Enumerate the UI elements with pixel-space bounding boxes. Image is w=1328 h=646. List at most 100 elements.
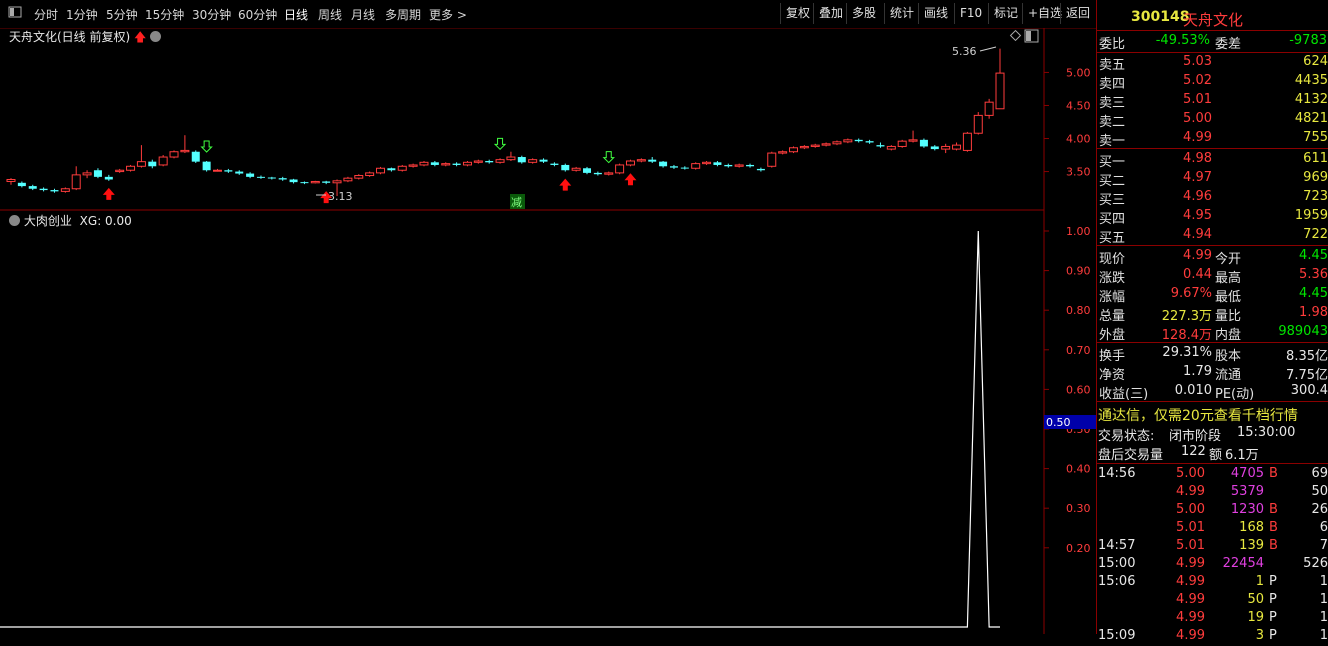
- period-tab-60min[interactable]: 60分钟: [238, 6, 277, 23]
- ask-price: 5.01: [1183, 92, 1212, 107]
- ask-label: 卖三: [1099, 96, 1126, 111]
- stat2-row: 收益(三) 0.010 PE(动) 300.4: [1097, 382, 1328, 402]
- sell-signal-arrow-icon: [493, 137, 507, 151]
- trade-state-value: 闭市阶段: [1169, 429, 1222, 444]
- bid-row: 买一 4.98 611: [1097, 150, 1328, 170]
- candle-body: [60, 188, 70, 192]
- ad-text[interactable]: 通达信，仅需20元查看千档行情: [1098, 405, 1298, 425]
- period-tab-15min[interactable]: 15分钟: [145, 6, 184, 23]
- tick-time: 15:09: [1098, 628, 1136, 643]
- candle-body: [169, 151, 179, 158]
- stat-value: 989043: [1278, 324, 1328, 339]
- candle-body: [810, 144, 820, 147]
- overlay-button[interactable]: 叠加: [813, 3, 848, 24]
- candle-body: [28, 186, 37, 189]
- chevron-down-icon[interactable]: [9, 215, 20, 226]
- diamond-icon[interactable]: [1009, 29, 1022, 42]
- draw-line-button[interactable]: 画线: [918, 3, 953, 24]
- period-tab-fenshi[interactable]: 分时: [34, 6, 58, 23]
- ask-volume: 4132: [1294, 92, 1328, 107]
- stat-value: 300.4: [1290, 383, 1328, 398]
- statistics-button[interactable]: 统计: [884, 3, 919, 24]
- up-arrow-icon: 🡅: [134, 30, 147, 44]
- tick-side: B: [1269, 538, 1278, 553]
- candle-body: [767, 152, 777, 167]
- trade-state-row: 交易状态: 闭市阶段 15:30:00: [1097, 424, 1328, 444]
- period-tab-weekly[interactable]: 周线: [318, 6, 342, 23]
- restore-rights-button[interactable]: 复权: [780, 3, 815, 24]
- ask-row: 卖四 5.02 4435: [1097, 72, 1328, 92]
- quote-panel: 300148 天舟文化 委比 -49.53% 委差 -9783 卖五 5.03 62…: [1096, 0, 1328, 643]
- kline-y-tick-label: 3.50: [1066, 166, 1091, 179]
- f10-button[interactable]: F10: [954, 3, 987, 24]
- period-tab-1min[interactable]: 1分钟: [66, 6, 98, 23]
- bid-row: 买四 4.95 1959: [1097, 207, 1328, 227]
- candle-body: [604, 172, 614, 175]
- candle-body: [354, 175, 364, 179]
- candle-body: [278, 178, 287, 180]
- low-price-label: 3.13: [328, 190, 353, 203]
- stock-name: 天舟文化: [1183, 11, 1244, 29]
- stat-value: 4.45: [1299, 286, 1328, 301]
- layout-toggle-icon[interactable]: [8, 5, 22, 22]
- tick-side: P: [1269, 592, 1277, 607]
- candle-body: [506, 156, 516, 161]
- tick-price: 5.00: [1176, 502, 1205, 517]
- indicator-pane[interactable]: 1.00 0.90 0.80 0.70 0.60 0.50 0.40 0.30 0.20 0.5…: [0, 211, 1096, 634]
- bid-label: 买一: [1099, 155, 1126, 170]
- mark-button[interactable]: 标记: [988, 3, 1023, 24]
- period-tab-monthly[interactable]: 月线: [351, 6, 375, 23]
- candle-body: [930, 146, 939, 150]
- chevron-down-icon[interactable]: [150, 31, 162, 42]
- tick-row: 15:09 4.99 3 P 1: [1097, 627, 1328, 646]
- indicator-y-tick-label: 0.80: [1066, 304, 1091, 317]
- kline-title: 天舟文化(日线 前复权): [9, 30, 131, 44]
- bid-price: 4.95: [1183, 208, 1212, 223]
- multi-stock-button[interactable]: 多股: [846, 3, 881, 24]
- tick-side: B: [1269, 466, 1278, 481]
- candle-body: [865, 141, 874, 143]
- period-tab-30min[interactable]: 30分钟: [192, 6, 231, 23]
- kline-pane[interactable]: 5.00 4.50 4.00 3.50 5.36 3.13 减 天舟文化(日线 前复权…: [0, 28, 1096, 211]
- candle-body: [71, 174, 81, 190]
- stat-row: 涨跌 0.44 最高 5.36: [1097, 266, 1328, 286]
- candle-body: [799, 145, 809, 149]
- period-tab-daily[interactable]: 日线: [284, 6, 308, 23]
- candle-body: [202, 161, 211, 171]
- candle-body: [995, 72, 1005, 110]
- candle-body: [571, 167, 581, 171]
- indicator-y-tick-label: 0.60: [1066, 383, 1091, 396]
- bid-price: 4.97: [1183, 170, 1212, 185]
- sell-signal-arrow-icon: [200, 140, 213, 153]
- indicator-value: XG: 0.00: [79, 214, 132, 228]
- candle-body: [332, 180, 342, 184]
- candle-body: [158, 156, 168, 166]
- back-button[interactable]: 返回: [1060, 3, 1095, 24]
- tick-volume: 5379: [1230, 484, 1264, 499]
- period-tab-more[interactable]: 更多 >: [429, 6, 467, 23]
- candle-body: [984, 101, 994, 116]
- candle-body: [952, 144, 962, 150]
- candle-body: [659, 161, 668, 167]
- stat-value: 0.44: [1183, 267, 1212, 282]
- tick-price: 4.99: [1176, 592, 1205, 607]
- indicator-chart: 1.000.900.800.700.600.500.400.300.20 0.5…: [0, 211, 1096, 634]
- indicator-title: 大肉创业: [23, 214, 72, 228]
- kline-title-row: 天舟文化(日线 前复权) 🡅: [9, 28, 162, 49]
- reduce-mark-label: 减: [511, 196, 522, 209]
- tick-price: 5.01: [1176, 520, 1205, 535]
- candle-body: [310, 180, 320, 184]
- candle-body: [430, 162, 439, 165]
- period-tab-5min[interactable]: 5分钟: [106, 6, 138, 23]
- candle-body: [561, 164, 570, 171]
- stat-row: 涨幅 9.67% 最低 4.45: [1097, 285, 1328, 305]
- indicator-y-tick-label: 0.30: [1066, 502, 1091, 515]
- tick-row: 4.99 50 P 1: [1097, 591, 1328, 610]
- period-tab-multi[interactable]: 多周期: [385, 6, 421, 23]
- bid-row: 买二 4.97 969: [1097, 169, 1328, 189]
- panel-toggle-icon[interactable]: [1024, 29, 1039, 43]
- candle-body: [821, 143, 831, 146]
- tick-price: 4.99: [1176, 628, 1205, 643]
- candle-body: [625, 160, 635, 166]
- ad-banner[interactable]: 通达信，仅需20元查看千档行情: [1097, 404, 1328, 425]
